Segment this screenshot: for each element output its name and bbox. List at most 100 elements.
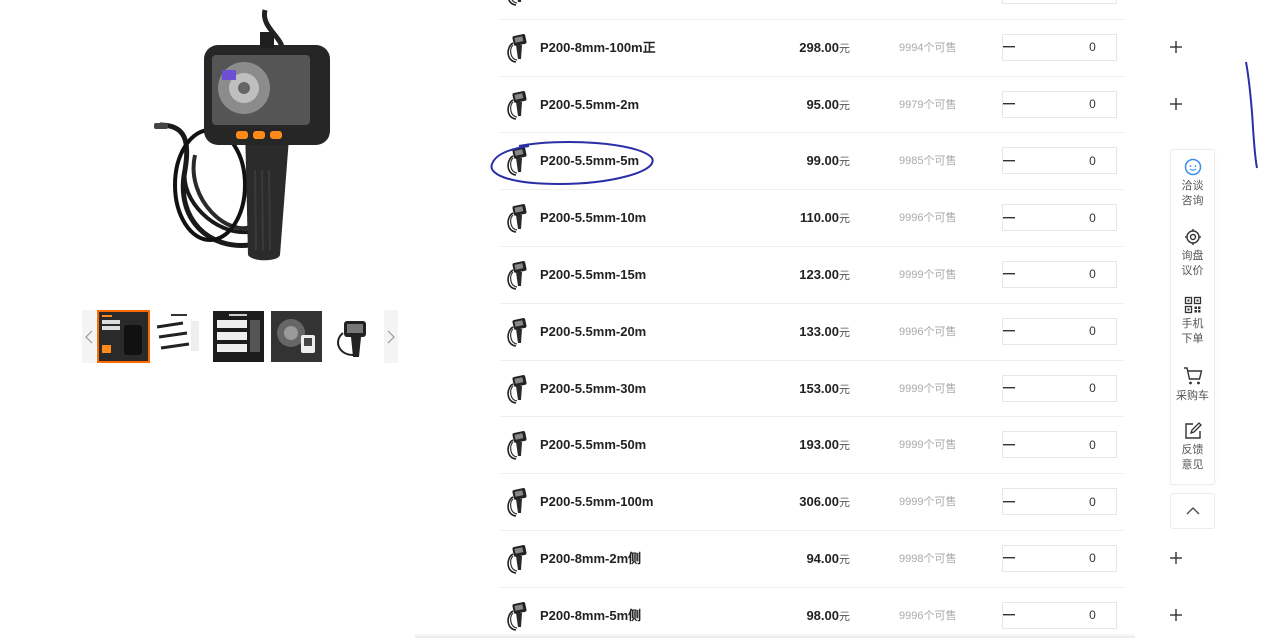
increase-quantity-button[interactable] [1170, 603, 1182, 628]
decrease-quantity-button[interactable] [1003, 262, 1015, 287]
minus-icon [1003, 273, 1015, 275]
chat-consult-button[interactable]: 洽谈咨询 [1171, 158, 1214, 209]
feedback-button[interactable]: 反馈意见 [1171, 422, 1214, 473]
decrease-quantity-button[interactable] [1003, 319, 1015, 344]
minus-icon [1003, 443, 1015, 446]
floating-service-toolbar: 洽谈咨询 询盘议价 手机下单 采购车 反馈意见 [1170, 149, 1215, 485]
sku-name: P200-5.5mm-50m [540, 437, 647, 453]
quantity-input[interactable] [1015, 545, 1170, 571]
sku-stock: 9996个可售 [899, 304, 956, 360]
sku-thumbnail-icon [507, 204, 527, 233]
sku-stock: 9999个可售 [899, 417, 956, 473]
quantity-input[interactable] [1015, 91, 1170, 117]
cart-icon [1183, 367, 1202, 385]
mobile-order-button[interactable]: 手机下单 [1171, 296, 1214, 347]
decrease-quantity-button[interactable] [1003, 35, 1015, 60]
sku-stock-suffix: 个可售 [923, 98, 957, 111]
increase-quantity-button[interactable] [1170, 546, 1182, 571]
purchase-cart-button[interactable]: 采购车 [1171, 366, 1214, 404]
sku-stock: 9999个可售 [899, 247, 956, 303]
chevron-left-icon [85, 330, 93, 343]
plus-icon [1170, 41, 1182, 54]
sku-row: P200-8mm-2m侧 94.00元 9998个可售 [500, 531, 1182, 588]
product-thumbnail-3[interactable] [213, 311, 264, 362]
decrease-quantity-button[interactable] [1003, 489, 1015, 514]
sku-thumbnail-icon [507, 33, 527, 63]
price-unit: 元 [839, 440, 850, 453]
plus-icon [1170, 552, 1182, 565]
decrease-quantity-button[interactable] [1003, 546, 1015, 571]
product-thumbnail-4[interactable] [271, 311, 322, 362]
main-product-image[interactable] [140, 0, 350, 270]
price-unit: 元 [839, 497, 850, 510]
mobile-order-label: 手机下单 [1181, 318, 1204, 345]
sku-stock-suffix: 个可售 [923, 155, 957, 168]
sku-name: P200-8mm-5m侧 [540, 607, 642, 623]
sku-price: 98.00元 [806, 588, 850, 638]
back-to-top-button[interactable] [1170, 493, 1215, 529]
sku-stock-value: 9998 [899, 552, 924, 565]
quantity-input[interactable] [1015, 432, 1170, 458]
sku-price: 193.00元 [799, 417, 850, 474]
sku-row: P200-5.5mm-100m 306.00元 9999个可售 [500, 474, 1182, 531]
minus-icon [1003, 330, 1015, 332]
decrease-quantity-button[interactable] [1003, 376, 1015, 401]
minus-icon [1003, 557, 1015, 559]
quantity-input[interactable] [1015, 602, 1170, 628]
product-thumbnail-2[interactable] [153, 311, 204, 362]
quantity-input[interactable] [1015, 148, 1170, 174]
sku-name: P200-5.5mm-5m [540, 153, 639, 169]
quantity-input[interactable] [1015, 318, 1170, 344]
qrcode-icon [1184, 296, 1201, 314]
sku-stock-suffix: 个可售 [923, 496, 957, 509]
sku-stock-value: 9996 [899, 325, 924, 338]
increase-quantity-button[interactable] [1170, 35, 1182, 60]
quantity-input[interactable] [1015, 205, 1170, 231]
quantity-input[interactable] [1015, 489, 1170, 515]
sku-name: P200-8mm-100m正 [540, 39, 656, 55]
decrease-quantity-button[interactable] [1003, 148, 1015, 173]
price-unit: 元 [839, 269, 850, 282]
sku-price-value: 95.00 [806, 96, 839, 112]
sku-stock: 9996个可售 [899, 190, 956, 246]
sku-row: P200-5.5mm-20m 133.00元 9996个可售 [500, 304, 1182, 361]
sku-stock: 9979个可售 [899, 77, 956, 133]
inquiry-bargain-button[interactable]: 询盘议价 [1171, 228, 1214, 279]
sku-row: P200-5.5mm-5m 99.00元 9985个可售 [500, 133, 1182, 191]
sku-name: P200-5.5mm-10m [540, 210, 647, 226]
thumbnail-prev-button[interactable] [82, 310, 96, 363]
plus-icon [1170, 98, 1182, 111]
sku-row [500, 0, 1158, 20]
increase-quantity-button[interactable] [1170, 92, 1182, 117]
sku-stock: 9998个可售 [899, 531, 956, 587]
sku-row: P200-5.5mm-50m 193.00元 9999个可售 [500, 417, 1182, 475]
minus-icon [1003, 216, 1015, 219]
decrease-quantity-button[interactable] [1003, 92, 1015, 117]
decrease-quantity-button[interactable] [1003, 603, 1015, 628]
sku-list: P200-8mm-100m正 298.00元 9994个可售 P200-5.5m… [500, 0, 1182, 638]
sku-row: P200-5.5mm-10m 110.00元 9996个可售 [500, 190, 1182, 247]
decrease-quantity-button[interactable] [1003, 432, 1015, 457]
price-unit: 元 [839, 213, 850, 226]
sku-stock-value: 9996 [899, 609, 924, 622]
quantity-input[interactable] [1015, 34, 1170, 60]
quantity-stepper [1002, 90, 1182, 118]
chat-icon [1184, 158, 1201, 176]
chevron-up-icon [1186, 507, 1199, 515]
sku-stock-suffix: 个可售 [923, 609, 957, 622]
sku-stock-suffix: 个可售 [923, 382, 957, 395]
sku-price: 110.00元 [800, 190, 850, 247]
quantity-input[interactable] [1015, 261, 1170, 287]
quantity-input[interactable] [1003, 0, 1158, 3]
decrease-quantity-button[interactable] [1003, 205, 1015, 230]
thumbnail-next-button[interactable] [384, 310, 398, 363]
sku-name: P200-5.5mm-100m [540, 494, 654, 510]
sku-stock-suffix: 个可售 [923, 41, 957, 54]
sku-thumbnail-icon [507, 488, 527, 517]
sku-price-value: 133.00 [799, 323, 839, 339]
quantity-input[interactable] [1015, 375, 1170, 401]
thumbnail-strip [82, 310, 398, 363]
product-thumbnail-5[interactable] [329, 311, 380, 362]
product-thumbnail-1[interactable] [97, 310, 150, 363]
quantity-stepper [1002, 374, 1182, 402]
